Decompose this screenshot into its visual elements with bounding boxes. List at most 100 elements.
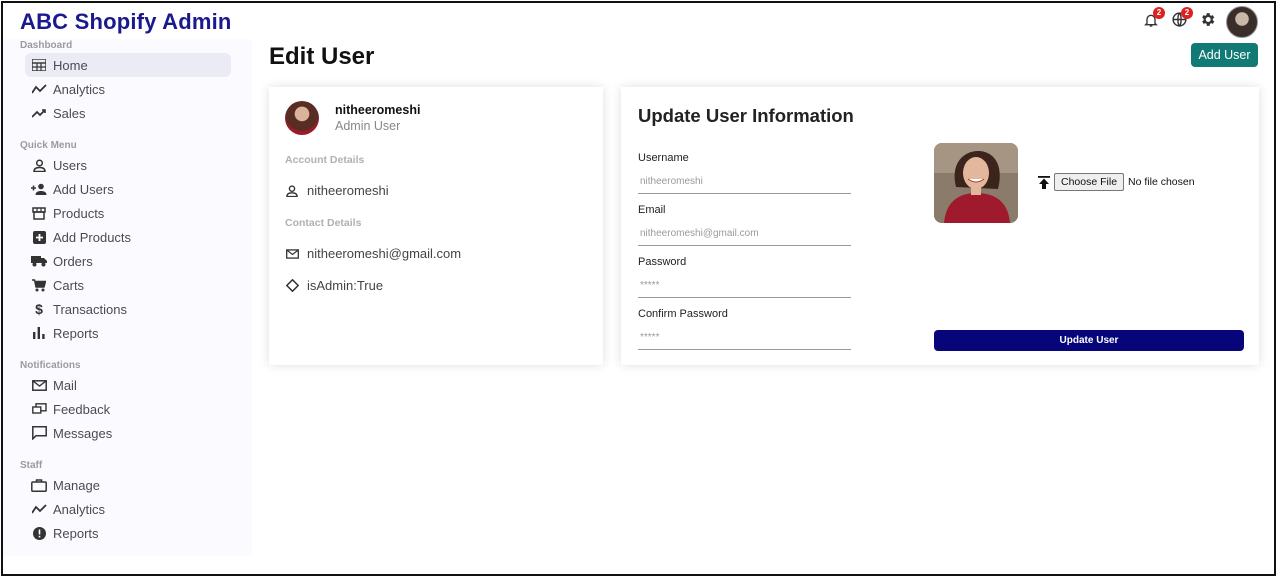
- diamond-icon: [285, 279, 299, 293]
- password-field-group: Password: [638, 256, 851, 298]
- gear-icon: [1199, 11, 1216, 33]
- show-is-admin: isAdmin:True: [285, 278, 383, 293]
- app-logo[interactable]: ABC Shopify Admin: [20, 9, 232, 35]
- sidebar-item-staff-analytics[interactable]: Analytics: [25, 497, 231, 521]
- file-status: No file chosen: [1128, 176, 1195, 188]
- sidebar-item-label: Mail: [53, 377, 77, 393]
- user-update-card: Update User Information Username Email P…: [621, 87, 1259, 365]
- sidebar-section-quick-menu: Quick Menu: [20, 140, 77, 151]
- user-show-card: nitheeromeshi Admin User Account Details…: [269, 87, 603, 365]
- language-badge: 2: [1181, 7, 1193, 19]
- add-box-icon: [31, 229, 47, 245]
- sidebar-item-feedback[interactable]: Feedback: [25, 397, 231, 421]
- sidebar-section-notifications: Notifications: [20, 360, 81, 371]
- cart-icon: [31, 277, 47, 293]
- timeline-icon: [31, 81, 47, 97]
- home-icon: [31, 57, 47, 73]
- briefcase-icon: [31, 477, 47, 493]
- upload-icon[interactable]: [1037, 175, 1051, 189]
- sidebar-item-add-products[interactable]: Add Products: [25, 225, 231, 249]
- user-show-name-block: nitheeromeshi Admin User: [335, 103, 420, 133]
- password-input[interactable]: [638, 274, 851, 298]
- person-add-icon: [31, 181, 47, 197]
- sidebar-item-transactions[interactable]: $ Transactions: [25, 297, 231, 321]
- user-show-header: nitheeromeshi Admin User: [285, 101, 420, 135]
- chat-icon: [31, 425, 47, 441]
- username-field-group: Username: [638, 152, 851, 194]
- notification-badge: 2: [1153, 7, 1165, 19]
- sidebar-item-label: Analytics: [53, 501, 106, 517]
- avatar[interactable]: [1226, 6, 1258, 38]
- trending-up-icon: [31, 105, 47, 121]
- password-label: Password: [638, 256, 687, 268]
- contact-details-label: Contact Details: [285, 217, 362, 229]
- sidebar-item-orders[interactable]: Orders: [25, 249, 231, 273]
- update-title: Update User Information: [638, 105, 854, 126]
- file-upload: Choose File No file chosen: [1037, 173, 1195, 191]
- notification-button[interactable]: 2: [1142, 7, 1165, 31]
- sidebar-item-mail[interactable]: Mail: [25, 373, 231, 397]
- sidebar-item-label: Reports: [53, 525, 99, 541]
- sidebar-item-label: Home: [53, 57, 88, 73]
- sidebar-item-users[interactable]: Users: [25, 153, 231, 177]
- feedback-icon: [31, 401, 47, 417]
- account-details-label: Account Details: [285, 154, 365, 166]
- confirm-password-input[interactable]: [638, 326, 851, 350]
- sidebar: Dashboard Home Analytics Sales Quick Men…: [3, 39, 252, 556]
- sidebar-item-analytics[interactable]: Analytics: [25, 77, 231, 101]
- show-username: nitheeromeshi: [335, 103, 421, 117]
- sidebar-item-home[interactable]: Home: [25, 53, 231, 77]
- sidebar-item-carts[interactable]: Carts: [25, 273, 231, 297]
- sidebar-section-staff: Staff: [20, 460, 43, 471]
- show-account-username: nitheeromeshi: [285, 183, 389, 198]
- sidebar-item-label: Users: [53, 157, 87, 173]
- email-input[interactable]: [638, 222, 851, 246]
- mail-icon: [31, 377, 47, 393]
- sidebar-item-label: Add Users: [53, 181, 114, 197]
- sidebar-item-add-users[interactable]: Add Users: [25, 177, 231, 201]
- sidebar-item-sales[interactable]: Sales: [25, 101, 231, 125]
- settings-button[interactable]: [1198, 13, 1216, 31]
- sidebar-item-label: Manage: [53, 477, 100, 493]
- dollar-icon: $: [35, 301, 43, 317]
- sidebar-item-manage[interactable]: Manage: [25, 473, 231, 497]
- sidebar-item-label: Messages: [53, 425, 113, 441]
- confirm-password-label: Confirm Password: [638, 308, 728, 320]
- avatar: [285, 101, 319, 135]
- report-icon: [31, 525, 47, 541]
- username-input[interactable]: [638, 170, 851, 194]
- choose-file-button[interactable]: Choose File: [1054, 173, 1125, 191]
- bar-chart-icon: [31, 325, 47, 341]
- page-title: Edit User: [269, 43, 375, 70]
- show-user-title: Admin User: [335, 119, 401, 133]
- sidebar-item-label: Transactions: [53, 301, 127, 317]
- storefront-icon: [31, 205, 47, 221]
- sidebar-item-messages[interactable]: Messages: [25, 421, 231, 445]
- email-label: Email: [638, 204, 666, 216]
- timeline-icon: [31, 501, 47, 517]
- sidebar-item-staff-reports[interactable]: Reports: [25, 521, 231, 545]
- person-icon: [285, 184, 299, 198]
- sidebar-item-label: Carts: [53, 277, 85, 293]
- user-photo: [934, 143, 1018, 223]
- sidebar-item-products[interactable]: Products: [25, 201, 231, 225]
- show-info-text: isAdmin:True: [307, 278, 384, 293]
- topbar-icons: 2 2: [1142, 5, 1258, 39]
- show-info-text: nitheeromeshi@gmail.com: [307, 246, 462, 261]
- update-user-button[interactable]: Update User: [934, 330, 1244, 351]
- person-icon: [31, 157, 47, 173]
- confirm-password-field-group: Confirm Password: [638, 308, 851, 350]
- sidebar-item-label: Reports: [53, 325, 99, 341]
- mail-icon: [285, 247, 299, 261]
- sidebar-item-label: Products: [53, 205, 105, 221]
- sidebar-item-label: Analytics: [53, 81, 106, 97]
- show-info-text: nitheeromeshi: [307, 183, 389, 198]
- sidebar-section-dashboard: Dashboard: [20, 40, 73, 51]
- app-frame: ABC Shopify Admin 2 2 Dashboard Home Ana…: [1, 1, 1276, 576]
- sidebar-item-reports[interactable]: Reports: [25, 321, 231, 345]
- add-user-button[interactable]: Add User: [1191, 43, 1258, 67]
- truck-icon: [31, 253, 47, 269]
- sidebar-item-label: Add Products: [53, 229, 132, 245]
- language-button[interactable]: 2: [1170, 7, 1193, 31]
- username-label: Username: [638, 152, 689, 164]
